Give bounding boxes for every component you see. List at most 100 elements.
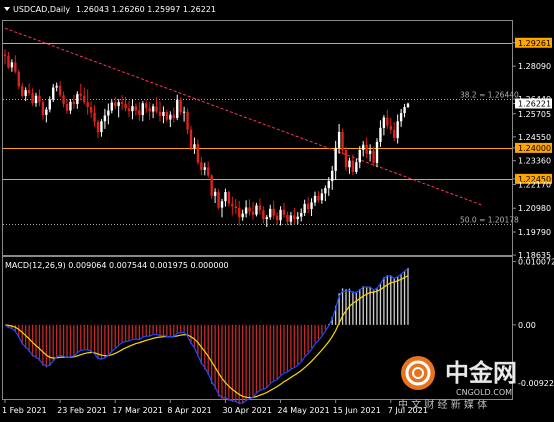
- candle-body: [303, 203, 306, 214]
- candle-body: [72, 101, 76, 104]
- candle-body: [34, 95, 38, 104]
- candle-body: [38, 95, 41, 103]
- candle-body: [76, 93, 79, 104]
- price-tick-label: 1.28090: [518, 62, 551, 71]
- candle-body: [120, 102, 124, 104]
- candle-body: [213, 191, 217, 196]
- candle-body: [172, 114, 175, 118]
- candle-body: [393, 129, 396, 139]
- candle-body: [220, 201, 224, 208]
- price-tick-label: 1.29261: [518, 39, 551, 48]
- candle-body: [203, 167, 206, 170]
- candle-body: [89, 106, 93, 113]
- candle-body: [258, 205, 262, 211]
- candle-body: [389, 125, 392, 130]
- candle-body: [200, 162, 203, 170]
- candle-body: [52, 87, 55, 100]
- price-tick-label: 1.20980: [518, 204, 551, 213]
- candle-body: [289, 215, 293, 222]
- candle-body: [296, 216, 299, 220]
- candle-body: [324, 188, 327, 194]
- candle-body: [138, 110, 141, 116]
- candle-body: [155, 106, 158, 112]
- candle-body: [45, 109, 48, 115]
- candle-body: [348, 160, 351, 168]
- candle-body: [179, 99, 182, 113]
- candle-body: [293, 215, 296, 220]
- candle-body: [86, 102, 89, 107]
- candle-body: [151, 106, 155, 112]
- candle-body: [3, 54, 7, 56]
- candle-body: [17, 71, 20, 87]
- candle-body: [189, 129, 193, 148]
- candle-body: [386, 117, 389, 126]
- candle-body: [210, 175, 213, 196]
- candle-body: [396, 121, 399, 139]
- candle-body: [306, 203, 310, 210]
- candle-body: [93, 112, 96, 122]
- candle-body: [21, 86, 24, 96]
- candle-body: [145, 103, 148, 109]
- candle-body: [362, 144, 365, 150]
- candle-body: [103, 115, 107, 122]
- candle-body: [272, 208, 275, 216]
- x-tick-label: 8 Apr 2021: [167, 406, 211, 415]
- candle-body: [238, 208, 241, 218]
- candle-body: [131, 106, 134, 112]
- candle-body: [320, 193, 324, 201]
- watermark-tagline: 中 文 财 经 新 媒 体: [398, 398, 487, 411]
- candle-body: [368, 150, 372, 154]
- macd-title: MACD(12,26,9) 0.009064 0.007544 0.001975…: [5, 261, 229, 270]
- candle-body: [334, 147, 337, 171]
- x-tick-label: 24 May 2021: [278, 406, 330, 415]
- price-tick-label: 1.19790: [518, 228, 551, 237]
- candle-body: [165, 111, 169, 120]
- candle-body: [358, 149, 361, 163]
- candle-body: [196, 144, 200, 163]
- candle-body: [231, 203, 234, 207]
- macd-tick-label: 0.010072: [518, 258, 554, 267]
- candle-body: [337, 131, 341, 148]
- candle-body: [176, 99, 179, 118]
- price-tick-label: 1.24550: [518, 133, 551, 142]
- candle-body: [375, 141, 379, 163]
- candle-body: [79, 93, 82, 96]
- candle-body: [193, 144, 196, 148]
- candle-body: [241, 213, 244, 218]
- candle-body: [351, 160, 355, 172]
- candle-body: [117, 102, 120, 107]
- candle-body: [244, 207, 248, 214]
- candle-body: [300, 213, 303, 217]
- x-tick-label: 23 Feb 2021: [57, 406, 107, 415]
- x-tick-label: 15 Jun 2021: [333, 406, 381, 415]
- watermark-url: CNGOLD.COM: [456, 388, 512, 397]
- x-tick-label: 1 Feb 2021: [2, 406, 47, 415]
- candle-body: [355, 162, 358, 172]
- x-tick-label: 17 Mar 2021: [112, 406, 163, 415]
- candle-body: [286, 214, 289, 222]
- candle-body: [55, 85, 58, 88]
- candle-body: [372, 150, 375, 163]
- candle-body: [27, 90, 31, 93]
- candle-body: [127, 108, 131, 112]
- candle-body: [69, 101, 72, 111]
- macd-tick-label: -0.009224: [518, 379, 554, 388]
- candle-body: [399, 113, 403, 122]
- candle-body: [207, 167, 210, 176]
- candle-body: [327, 181, 330, 189]
- candle-body: [275, 215, 279, 221]
- candle-body: [282, 209, 286, 215]
- candle-body: [406, 103, 410, 108]
- candle-body: [24, 90, 27, 96]
- candle-body: [269, 208, 272, 218]
- price-tick-label: 1.25705: [518, 110, 551, 119]
- candle-body: [134, 106, 138, 111]
- candle-body: [100, 121, 103, 133]
- candle-body: [224, 192, 227, 202]
- candle-body: [182, 111, 186, 113]
- watermark-brand: 中金网: [445, 359, 517, 387]
- candle-body: [262, 210, 265, 220]
- candle-body: [7, 55, 10, 68]
- candle-body: [124, 103, 127, 109]
- candle-body: [107, 110, 110, 116]
